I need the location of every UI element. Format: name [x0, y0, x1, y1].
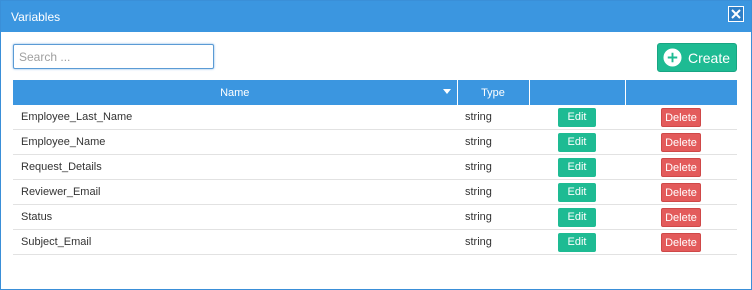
column-header-type[interactable]: Type [457, 80, 530, 105]
delete-button[interactable]: Delete [661, 132, 701, 152]
edit-button[interactable]: Edit [558, 132, 596, 152]
plus-circle-icon [663, 48, 682, 67]
delete-button[interactable]: Delete [661, 107, 701, 127]
dialog-title: Variables [11, 10, 61, 24]
edit-button[interactable]: Edit [558, 107, 596, 127]
table-row: Subject_Email string Edit Delete [13, 229, 737, 255]
edit-button[interactable]: Edit [558, 232, 596, 252]
sort-desc-icon [442, 89, 451, 94]
variable-name: Status [13, 204, 457, 230]
variable-name: Request_Details [13, 154, 457, 180]
variables-table: Name Type Employee_Last_Name string Edit… [13, 80, 737, 255]
variable-type: string [457, 129, 529, 155]
delete-button[interactable]: Delete [661, 157, 701, 177]
column-header-delete [625, 80, 737, 105]
search-input[interactable] [13, 44, 214, 69]
table-header-row: Name Type [13, 80, 737, 105]
table-row: Employee_Last_Name string Edit Delete [13, 105, 737, 130]
table-row: Employee_Name string Edit Delete [13, 129, 737, 155]
table-row: Reviewer_Email string Edit Delete [13, 179, 737, 205]
table-row: Request_Details string Edit Delete [13, 154, 737, 180]
variable-type: string [457, 179, 529, 205]
column-header-edit [529, 80, 626, 105]
variable-type: string [457, 204, 529, 230]
edit-button[interactable]: Edit [558, 207, 596, 227]
dialog-titlebar: Variables [1, 1, 751, 32]
column-header-name[interactable]: Name [13, 80, 458, 105]
variables-dialog: Variables Create Name Ty [0, 0, 752, 290]
variable-name: Employee_Name [13, 129, 457, 155]
variable-type: string [457, 105, 529, 130]
edit-button[interactable]: Edit [558, 157, 596, 177]
variable-type: string [457, 229, 529, 255]
edit-button[interactable]: Edit [558, 182, 596, 202]
close-icon[interactable] [728, 6, 744, 22]
variable-name: Reviewer_Email [13, 179, 457, 205]
variable-name: Subject_Email [13, 229, 457, 255]
table-row: Status string Edit Delete [13, 204, 737, 230]
variable-type: string [457, 154, 529, 180]
delete-button[interactable]: Delete [661, 182, 701, 202]
create-button[interactable]: Create [657, 43, 737, 72]
variable-name: Employee_Last_Name [13, 105, 457, 130]
create-button-label: Create [688, 49, 731, 66]
delete-button[interactable]: Delete [661, 232, 701, 252]
delete-button[interactable]: Delete [661, 207, 701, 227]
